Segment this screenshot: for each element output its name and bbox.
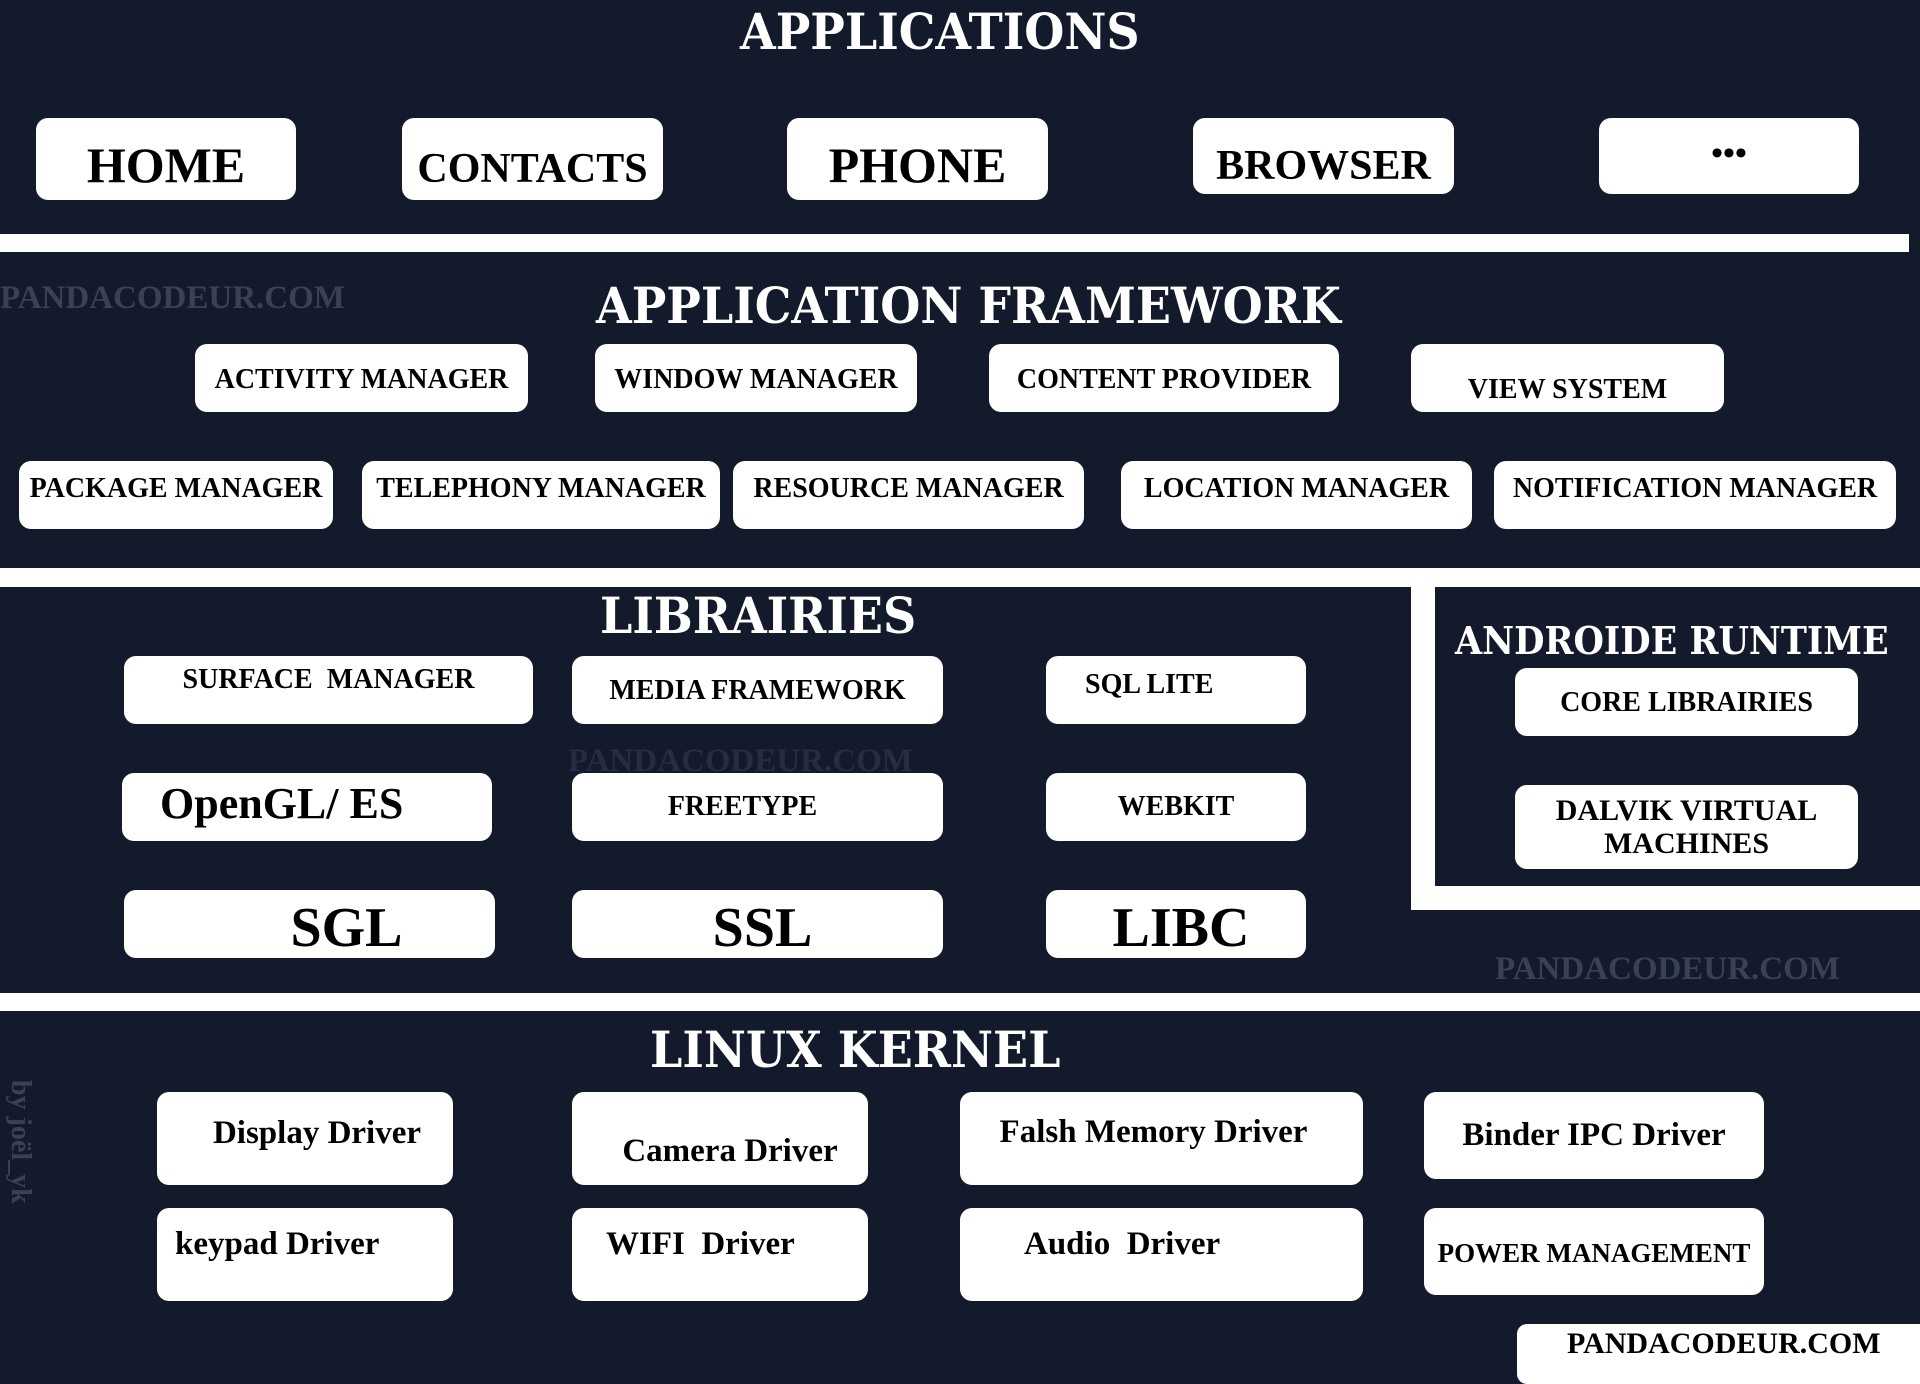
kernel-flash-memory-driver[interactable]: Falsh Memory Driver (960, 1092, 1363, 1185)
fw-telephony-manager-label: TELEPHONY MANAGER (376, 472, 706, 504)
kernel-display-driver[interactable]: Display Driver (157, 1092, 453, 1185)
fw-resource-manager[interactable]: RESOURCE MANAGER (733, 461, 1084, 529)
kernel-display-driver-label: Display Driver (212, 1115, 422, 1152)
lib-freetype[interactable]: FREETYPE (572, 773, 943, 841)
fw-content-provider-label: CONTENT PROVIDER (1016, 363, 1312, 395)
fw-notification-manager[interactable]: NOTIFICATION MANAGER (1494, 461, 1896, 529)
app-phone-label: PHONE (828, 136, 1007, 193)
runtime-frame-bottom (1411, 886, 1920, 910)
fw-telephony-manager[interactable]: TELEPHONY MANAGER (362, 461, 720, 529)
watermark-runtime: PANDACODEUR.COM (1495, 951, 1840, 987)
fw-location-manager-label: LOCATION MANAGER (1143, 472, 1450, 504)
site-badge: PANDACODEUR.COM (1517, 1324, 1920, 1384)
lib-webkit[interactable]: WEBKIT (1046, 773, 1306, 841)
fw-activity-manager[interactable]: ACTIVITY MANAGER (195, 344, 528, 412)
lib-libc-label: LIBC (1112, 897, 1250, 958)
kernel-audio-driver-label: Audio Driver (1024, 1226, 1221, 1263)
fw-view-system-label: VIEW SYSTEM (1467, 373, 1668, 405)
framework-title: APPLICATION FRAMEWORK (596, 276, 1341, 335)
fw-window-manager[interactable]: WINDOW MANAGER (595, 344, 917, 412)
applications-title: APPLICATIONS (740, 2, 1140, 61)
lib-media-framework[interactable]: MEDIA FRAMEWORK (572, 656, 943, 724)
app-phone[interactable]: PHONE (787, 118, 1048, 200)
fw-package-manager[interactable]: PACKAGE MANAGER (19, 461, 333, 529)
lib-webkit-label: WEBKIT (1117, 790, 1235, 822)
kernel-camera-driver-label: Camera Driver (622, 1133, 838, 1170)
runtime-core-libraries[interactable]: CORE LIBRAIRIES (1515, 668, 1858, 736)
kernel-audio-driver[interactable]: Audio Driver (960, 1208, 1363, 1301)
app-browser[interactable]: BROWSER (1193, 118, 1454, 194)
kernel-flash-memory-driver-label: Falsh Memory Driver (999, 1114, 1308, 1151)
runtime-dalvik-vm-line1: DALVIK VIRTUAL (1555, 794, 1818, 827)
lib-ssl-label: SSL (712, 897, 813, 958)
app-browser-label: BROWSER (1216, 142, 1431, 189)
lib-opengl-es-label: OpenGL/ ES (160, 778, 404, 828)
more-dots-icon: ••• (1711, 135, 1747, 173)
libraries-title: LIBRAIRIES (600, 586, 917, 645)
app-more[interactable]: ••• (1599, 118, 1859, 194)
runtime-dalvik-vm-line2: MACHINES (1603, 827, 1769, 860)
fw-content-provider[interactable]: CONTENT PROVIDER (989, 344, 1339, 412)
kernel-keypad-driver-label: keypad Driver (175, 1226, 380, 1263)
runtime-core-libraries-label: CORE LIBRAIRIES (1560, 686, 1813, 718)
watermark-framework: PANDACODEUR.COM (0, 280, 345, 316)
fw-window-manager-label: WINDOW MANAGER (614, 363, 898, 395)
app-contacts-label: CONTACTS (417, 145, 648, 192)
fw-activity-manager-label: ACTIVITY MANAGER (214, 363, 509, 395)
kernel-wifi-driver[interactable]: WIFI Driver (572, 1208, 868, 1301)
runtime-dalvik-vm[interactable]: DALVIK VIRTUAL MACHINES (1515, 785, 1858, 869)
app-home-label: HOME (86, 136, 246, 193)
app-contacts[interactable]: CONTACTS (402, 118, 663, 200)
kernel-title: LINUX KERNEL (650, 1020, 1061, 1079)
app-home[interactable]: HOME (36, 118, 296, 200)
kernel-binder-ipc-driver[interactable]: Binder IPC Driver (1424, 1092, 1764, 1179)
lib-sql-lite-label: SQL LITE (1085, 668, 1214, 700)
kernel-wifi-driver-label: WIFI Driver (606, 1226, 795, 1263)
runtime-title: ANDROIDE RUNTIME (1455, 618, 1889, 663)
fw-resource-manager-label: RESOURCE MANAGER (753, 472, 1064, 504)
lib-sgl-label: SGL (290, 897, 403, 958)
lib-ssl[interactable]: SSL (572, 890, 943, 958)
fw-location-manager[interactable]: LOCATION MANAGER (1121, 461, 1472, 529)
fw-package-manager-label: PACKAGE MANAGER (29, 472, 323, 504)
kernel-binder-ipc-driver-label: Binder IPC Driver (1462, 1117, 1726, 1154)
lib-surface-manager-label: SURFACE MANAGER (182, 663, 475, 695)
lib-media-framework-label: MEDIA FRAMEWORK (609, 674, 906, 706)
separator-framework (0, 568, 1920, 587)
runtime-frame-left (1411, 587, 1435, 910)
site-badge-label: PANDACODEUR.COM (1567, 1327, 1881, 1360)
separator-libraries (0, 993, 1920, 1011)
lib-sql-lite[interactable]: SQL LITE (1046, 656, 1306, 724)
lib-freetype-label: FREETYPE (667, 790, 818, 822)
lib-libc[interactable]: LIBC (1046, 890, 1306, 958)
fw-view-system[interactable]: VIEW SYSTEM (1411, 344, 1724, 412)
fw-notification-manager-label: NOTIFICATION MANAGER (1512, 472, 1878, 504)
watermark-author: by joël_yk (5, 1080, 36, 1204)
lib-opengl-es[interactable]: OpenGL/ ES (122, 773, 492, 841)
lib-surface-manager[interactable]: SURFACE MANAGER (124, 656, 533, 724)
kernel-keypad-driver[interactable]: keypad Driver (157, 1208, 453, 1301)
kernel-power-management-label: POWER MANAGEMENT (1437, 1237, 1751, 1268)
kernel-camera-driver[interactable]: Camera Driver (572, 1092, 868, 1185)
kernel-power-management[interactable]: POWER MANAGEMENT (1424, 1208, 1764, 1295)
lib-sgl[interactable]: SGL (124, 890, 495, 958)
separator-applications (0, 234, 1909, 252)
